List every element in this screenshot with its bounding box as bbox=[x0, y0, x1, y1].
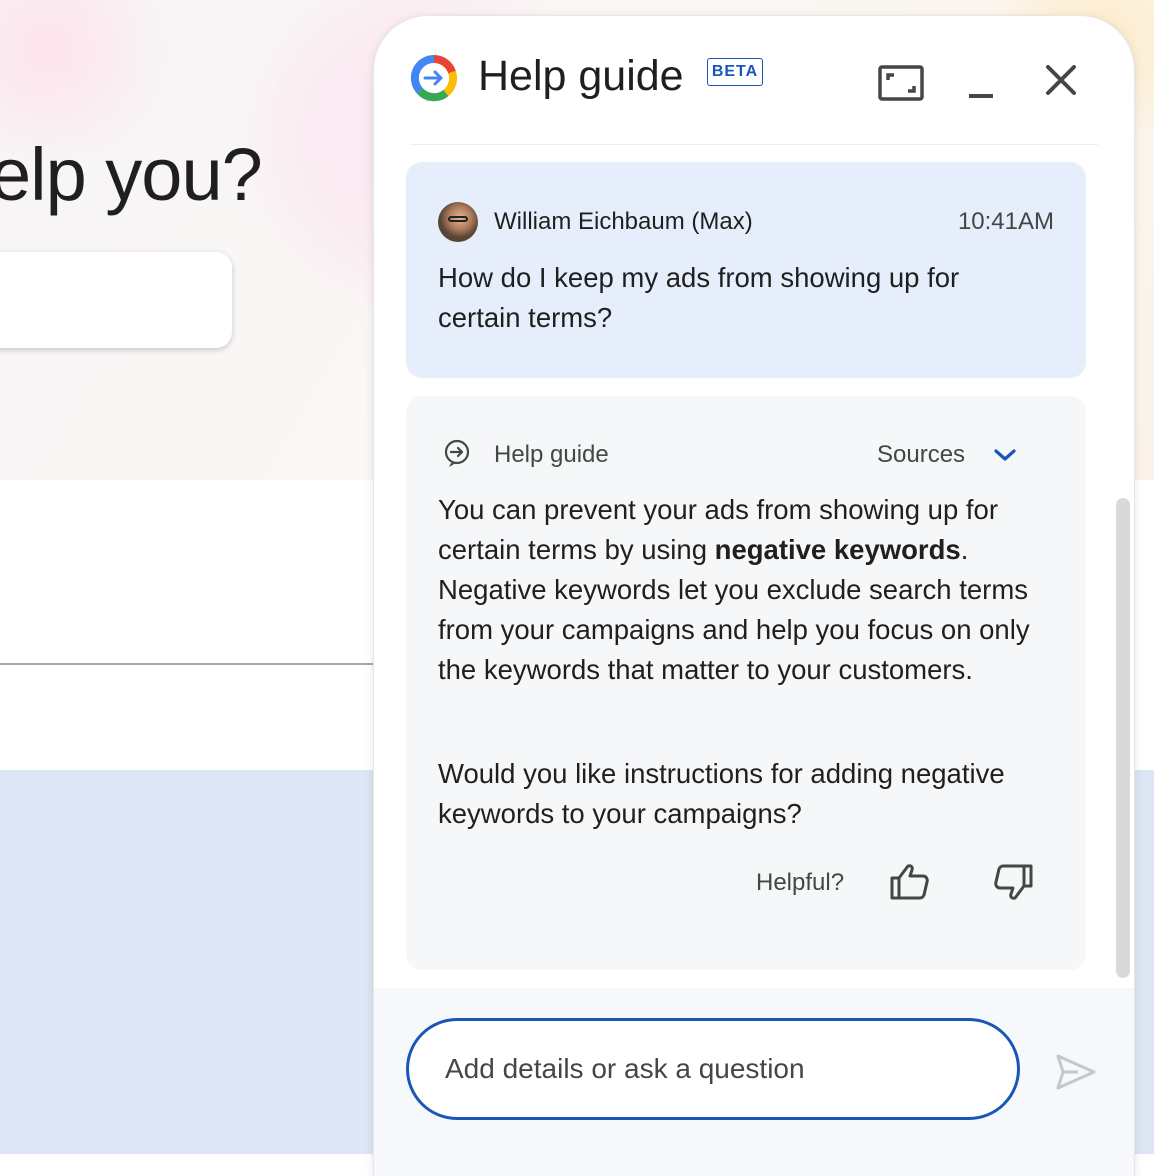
thumbs-down-icon[interactable] bbox=[991, 860, 1035, 904]
help-guide-icon bbox=[444, 439, 470, 467]
beta-badge: BETA bbox=[707, 58, 763, 86]
composer-area bbox=[374, 988, 1134, 1176]
thumbs-up-icon[interactable] bbox=[888, 860, 932, 904]
avatar bbox=[438, 202, 478, 242]
sources-button[interactable]: Sources bbox=[877, 441, 965, 469]
response-bold-term: negative keywords bbox=[714, 534, 961, 565]
close-icon[interactable] bbox=[1036, 58, 1086, 108]
assistant-followup-text: Would you like instructions for adding n… bbox=[438, 758, 1005, 829]
panel-title: Help guide bbox=[478, 52, 684, 100]
google-logo-icon bbox=[410, 54, 458, 102]
send-icon[interactable] bbox=[1054, 1050, 1098, 1094]
user-message-card: William Eichbaum (Max) 10:41AM How do I … bbox=[406, 162, 1086, 378]
panel-header: Help guide BETA bbox=[374, 16, 1134, 144]
panel-scrollbar[interactable] bbox=[1116, 498, 1130, 978]
help-guide-panel: Help guide BETA William Eichbaum (Max) 1… bbox=[374, 16, 1134, 1176]
expand-icon[interactable] bbox=[876, 58, 926, 108]
message-timestamp: 10:41AM bbox=[957, 208, 1054, 235]
chevron-down-icon[interactable] bbox=[990, 440, 1020, 470]
background-divider bbox=[0, 663, 380, 665]
minimize-icon[interactable] bbox=[956, 58, 1006, 108]
question-input-wrapper[interactable] bbox=[406, 1018, 1020, 1120]
question-input[interactable] bbox=[443, 1052, 987, 1086]
background-heading: elp you? bbox=[0, 133, 263, 216]
assistant-response-card: Help guide Sources You can prevent your … bbox=[406, 396, 1086, 970]
assistant-response-text: You can prevent your ads from showing up… bbox=[438, 490, 1068, 690]
header-divider bbox=[410, 144, 1098, 145]
user-message-text: How do I keep my ads from showing up for… bbox=[438, 262, 960, 333]
background-search-box[interactable] bbox=[0, 252, 232, 348]
feedback-label: Helpful? bbox=[756, 869, 845, 896]
user-name: William Eichbaum (Max) bbox=[494, 208, 753, 235]
assistant-name: Help guide bbox=[494, 441, 609, 468]
